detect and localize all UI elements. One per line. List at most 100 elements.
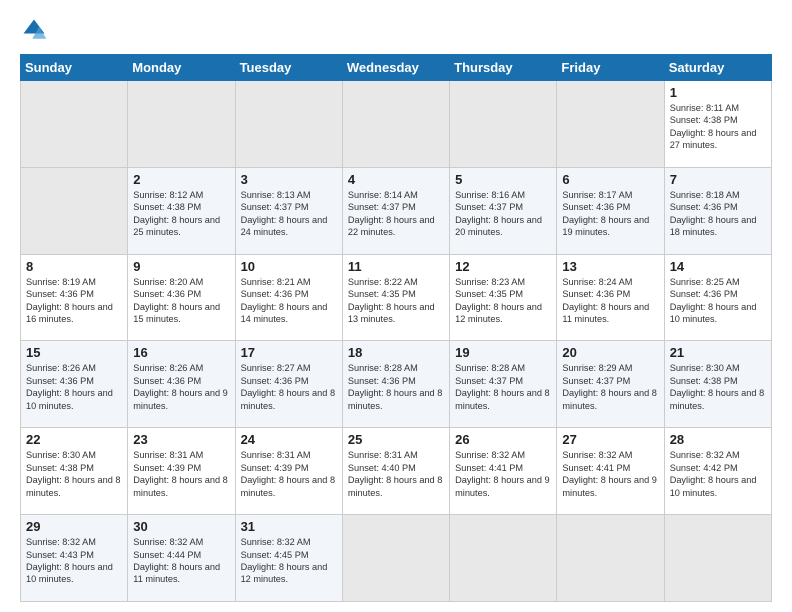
day-info: Sunrise: 8:11 AMSunset: 4:38 PMDaylight:… <box>670 102 766 152</box>
day-number: 14 <box>670 259 766 274</box>
calendar-cell: 25 Sunrise: 8:31 AMSunset: 4:40 PMDayligh… <box>342 428 449 515</box>
day-info: Sunrise: 8:31 AMSunset: 4:39 PMDaylight:… <box>133 449 229 499</box>
day-number: 24 <box>241 432 337 447</box>
day-number: 30 <box>133 519 229 534</box>
calendar-cell: 11Sunrise: 8:22 AMSunset: 4:35 PMDayligh… <box>342 254 449 341</box>
logo-icon <box>20 16 48 44</box>
day-number: 10 <box>241 259 337 274</box>
day-number: 15 <box>26 345 122 360</box>
calendar-week-3: 8 Sunrise: 8:19 AMSunset: 4:36 PMDaylight… <box>21 254 772 341</box>
day-number: 16 <box>133 345 229 360</box>
day-info: Sunrise: 8:28 AMSunset: 4:37 PMDaylight:… <box>455 362 551 412</box>
day-info: Sunrise: 8:29 AMSunset: 4:37 PMDaylight:… <box>562 362 658 412</box>
day-number: 18 <box>348 345 444 360</box>
day-number: 20 <box>562 345 658 360</box>
day-number: 3 <box>241 172 337 187</box>
day-info: Sunrise: 8:24 AMSunset: 4:36 PMDaylight:… <box>562 276 658 326</box>
day-number: 23 <box>133 432 229 447</box>
calendar-cell <box>342 515 449 602</box>
day-info: Sunrise: 8:26 AMSunset: 4:36 PMDaylight:… <box>133 362 229 412</box>
calendar-cell: 28 Sunrise: 8:32 AMSunset: 4:42 PMDayligh… <box>664 428 771 515</box>
day-number: 29 <box>26 519 122 534</box>
calendar-cell <box>557 515 664 602</box>
calendar-cell: 20 Sunrise: 8:29 AMSunset: 4:37 PMDayligh… <box>557 341 664 428</box>
day-number: 6 <box>562 172 658 187</box>
calendar-cell: 24Sunrise: 8:31 AMSunset: 4:39 PMDayligh… <box>235 428 342 515</box>
day-info: Sunrise: 8:32 AMSunset: 4:42 PMDaylight:… <box>670 449 766 499</box>
day-number: 11 <box>348 259 444 274</box>
calendar-cell: 1 Sunrise: 8:11 AMSunset: 4:38 PMDaylight… <box>664 81 771 168</box>
page: SundayMondayTuesdayWednesdayThursdayFrid… <box>0 0 792 612</box>
day-info: Sunrise: 8:19 AMSunset: 4:36 PMDaylight:… <box>26 276 122 326</box>
day-info: Sunrise: 8:30 AMSunset: 4:38 PMDaylight:… <box>670 362 766 412</box>
col-header-tuesday: Tuesday <box>235 55 342 81</box>
day-info: Sunrise: 8:28 AMSunset: 4:36 PMDaylight:… <box>348 362 444 412</box>
day-info: Sunrise: 8:14 AMSunset: 4:37 PMDaylight:… <box>348 189 444 239</box>
day-info: Sunrise: 8:21 AMSunset: 4:36 PMDaylight:… <box>241 276 337 326</box>
calendar-cell: 4 Sunrise: 8:14 AMSunset: 4:37 PMDaylight… <box>342 167 449 254</box>
calendar-cell: 9 Sunrise: 8:20 AMSunset: 4:36 PMDaylight… <box>128 254 235 341</box>
col-header-thursday: Thursday <box>450 55 557 81</box>
day-number: 25 <box>348 432 444 447</box>
col-header-sunday: Sunday <box>21 55 128 81</box>
calendar-cell <box>450 515 557 602</box>
day-info: Sunrise: 8:31 AMSunset: 4:40 PMDaylight:… <box>348 449 444 499</box>
calendar-week-4: 15 Sunrise: 8:26 AMSunset: 4:36 PMDayligh… <box>21 341 772 428</box>
calendar-cell: 12Sunrise: 8:23 AMSunset: 4:35 PMDayligh… <box>450 254 557 341</box>
col-header-saturday: Saturday <box>664 55 771 81</box>
day-info: Sunrise: 8:12 AMSunset: 4:38 PMDaylight:… <box>133 189 229 239</box>
day-number: 21 <box>670 345 766 360</box>
calendar-cell: 3 Sunrise: 8:13 AMSunset: 4:37 PMDaylight… <box>235 167 342 254</box>
calendar-cell: 7Sunrise: 8:18 AMSunset: 4:36 PMDaylight… <box>664 167 771 254</box>
day-info: Sunrise: 8:13 AMSunset: 4:37 PMDaylight:… <box>241 189 337 239</box>
day-number: 4 <box>348 172 444 187</box>
calendar-cell: 23 Sunrise: 8:31 AMSunset: 4:39 PMDayligh… <box>128 428 235 515</box>
day-number: 22 <box>26 432 122 447</box>
calendar-cell: 30 Sunrise: 8:32 AMSunset: 4:44 PMDayligh… <box>128 515 235 602</box>
calendar-cell: 13 Sunrise: 8:24 AMSunset: 4:36 PMDayligh… <box>557 254 664 341</box>
calendar-cell <box>21 81 128 168</box>
day-info: Sunrise: 8:32 AMSunset: 4:45 PMDaylight:… <box>241 536 337 586</box>
calendar-cell <box>21 167 128 254</box>
day-number: 5 <box>455 172 551 187</box>
calendar-cell: 10 Sunrise: 8:21 AMSunset: 4:36 PMDayligh… <box>235 254 342 341</box>
calendar-cell: 21 Sunrise: 8:30 AMSunset: 4:38 PMDayligh… <box>664 341 771 428</box>
col-header-friday: Friday <box>557 55 664 81</box>
day-info: Sunrise: 8:20 AMSunset: 4:36 PMDaylight:… <box>133 276 229 326</box>
calendar-cell <box>664 515 771 602</box>
logo <box>20 16 52 44</box>
day-info: Sunrise: 8:17 AMSunset: 4:36 PMDaylight:… <box>562 189 658 239</box>
day-number: 19 <box>455 345 551 360</box>
calendar-cell: 19 Sunrise: 8:28 AMSunset: 4:37 PMDayligh… <box>450 341 557 428</box>
calendar-cell: 26 Sunrise: 8:32 AMSunset: 4:41 PMDayligh… <box>450 428 557 515</box>
calendar-cell: 31 Sunrise: 8:32 AMSunset: 4:45 PMDayligh… <box>235 515 342 602</box>
calendar-cell <box>342 81 449 168</box>
day-number: 8 <box>26 259 122 274</box>
day-number: 12 <box>455 259 551 274</box>
day-number: 31 <box>241 519 337 534</box>
col-header-monday: Monday <box>128 55 235 81</box>
calendar-cell: 18 Sunrise: 8:28 AMSunset: 4:36 PMDayligh… <box>342 341 449 428</box>
day-number: 26 <box>455 432 551 447</box>
calendar-week-6: 29 Sunrise: 8:32 AMSunset: 4:43 PMDayligh… <box>21 515 772 602</box>
day-info: Sunrise: 8:30 AMSunset: 4:38 PMDaylight:… <box>26 449 122 499</box>
col-header-wednesday: Wednesday <box>342 55 449 81</box>
calendar-cell: 14Sunrise: 8:25 AMSunset: 4:36 PMDayligh… <box>664 254 771 341</box>
day-info: Sunrise: 8:27 AMSunset: 4:36 PMDaylight:… <box>241 362 337 412</box>
day-number: 2 <box>133 172 229 187</box>
calendar-cell: 8 Sunrise: 8:19 AMSunset: 4:36 PMDaylight… <box>21 254 128 341</box>
day-info: Sunrise: 8:32 AMSunset: 4:41 PMDaylight:… <box>455 449 551 499</box>
calendar-week-2: 2 Sunrise: 8:12 AMSunset: 4:38 PMDaylight… <box>21 167 772 254</box>
day-number: 13 <box>562 259 658 274</box>
calendar-table: SundayMondayTuesdayWednesdayThursdayFrid… <box>20 54 772 602</box>
day-number: 1 <box>670 85 766 100</box>
calendar-header-row: SundayMondayTuesdayWednesdayThursdayFrid… <box>21 55 772 81</box>
calendar-cell: 5Sunrise: 8:16 AMSunset: 4:37 PMDaylight… <box>450 167 557 254</box>
day-number: 28 <box>670 432 766 447</box>
calendar-week-1: 1 Sunrise: 8:11 AMSunset: 4:38 PMDaylight… <box>21 81 772 168</box>
day-number: 9 <box>133 259 229 274</box>
day-info: Sunrise: 8:32 AMSunset: 4:44 PMDaylight:… <box>133 536 229 586</box>
day-info: Sunrise: 8:32 AMSunset: 4:41 PMDaylight:… <box>562 449 658 499</box>
header <box>20 16 772 44</box>
day-info: Sunrise: 8:32 AMSunset: 4:43 PMDaylight:… <box>26 536 122 586</box>
